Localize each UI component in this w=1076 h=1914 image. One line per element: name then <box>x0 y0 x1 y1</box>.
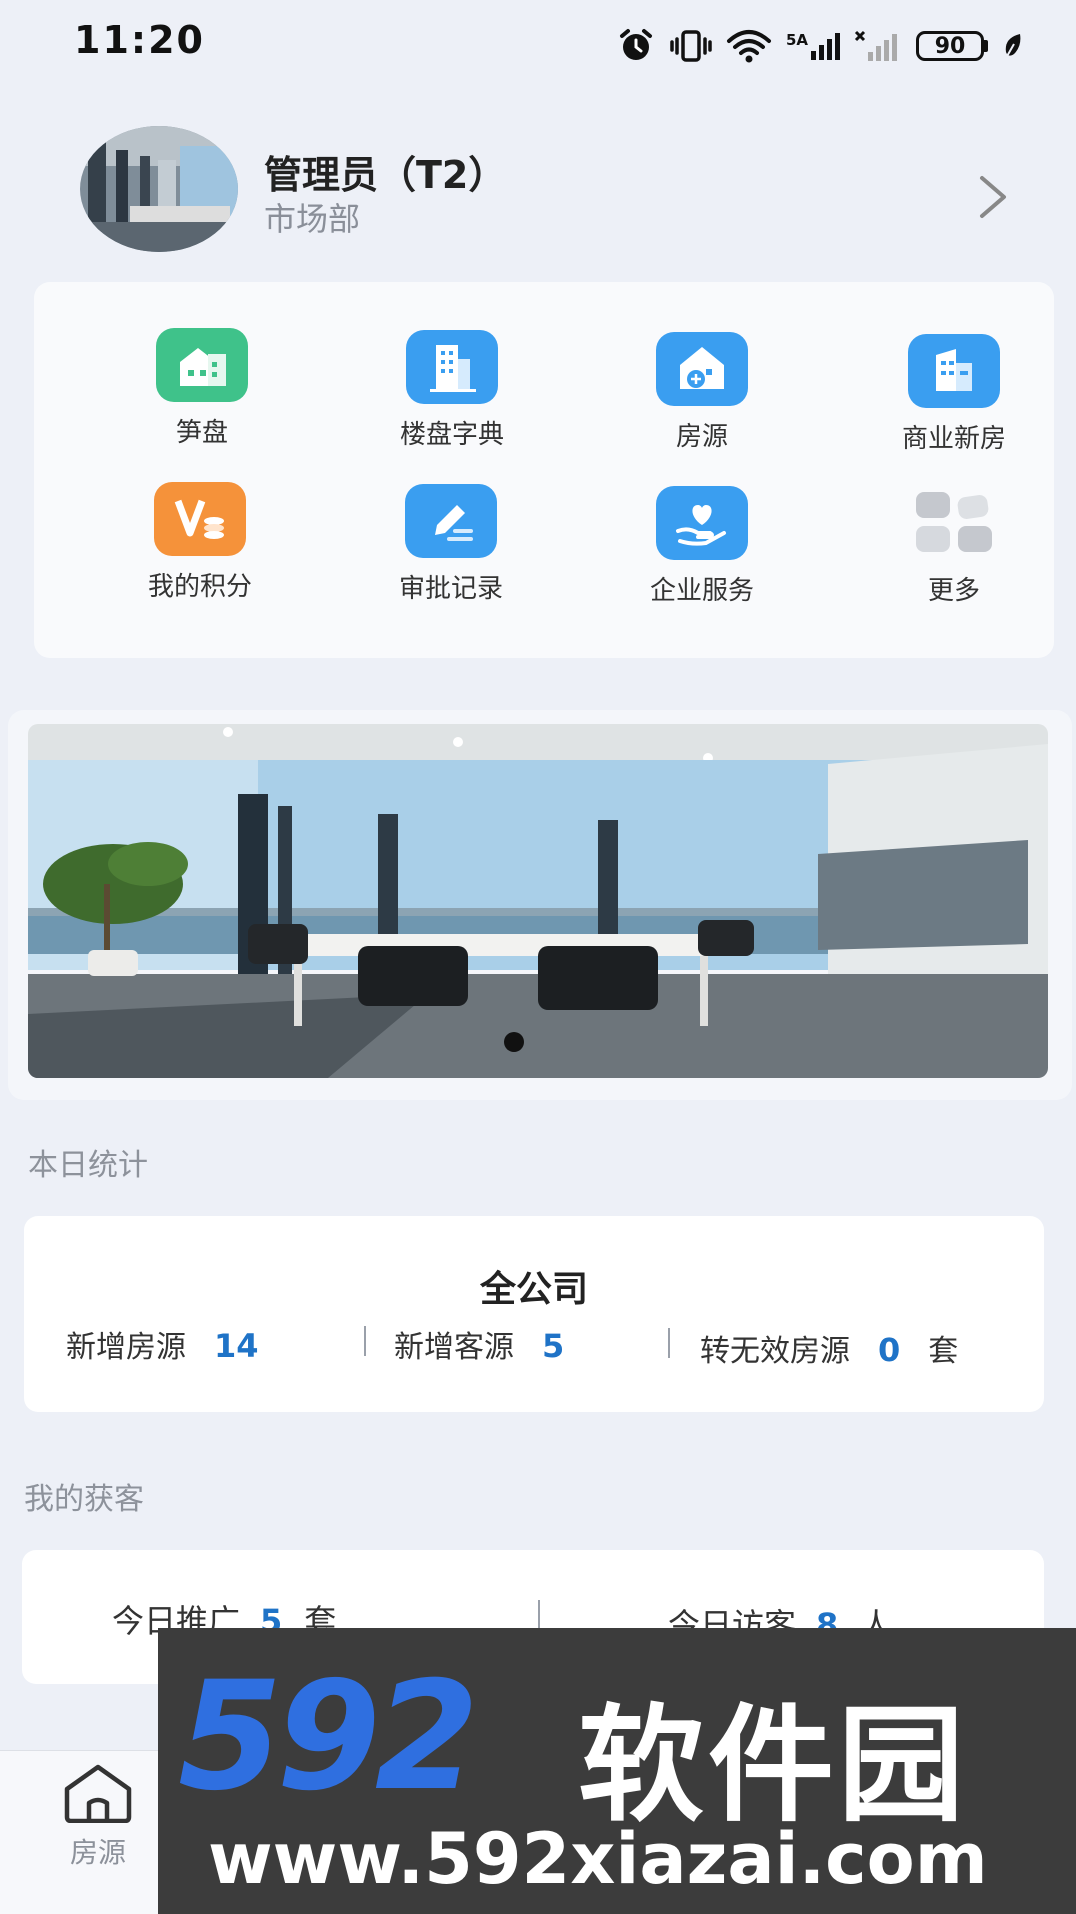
daily-stats-card: 全公司 新增房源 14 新增客源 5 转无效房源 0 套 <box>24 1216 1044 1412</box>
grid-item-commercial-new[interactable]: 商业新房 <box>839 334 1069 455</box>
grid-label: 企业服务 <box>649 576 754 606</box>
stat-unit: 套 <box>928 1334 959 1369</box>
stat-value: 5 <box>542 1327 565 1365</box>
status-icons: 5A 90 <box>616 28 1024 64</box>
nav-label: 房源 <box>69 1836 126 1869</box>
grid-item-sunpan[interactable]: 笋盘 <box>87 328 317 449</box>
building-icon <box>406 330 498 404</box>
office-icon <box>908 334 1000 408</box>
grid-label: 笋盘 <box>175 418 228 448</box>
divider <box>538 1600 540 1630</box>
carousel-dot[interactable] <box>504 1032 524 1052</box>
service-icon <box>656 486 748 560</box>
battery-icon: 90 <box>916 31 988 61</box>
status-time: 11:20 <box>74 18 205 62</box>
stat-label: 新增客源 <box>394 1330 514 1365</box>
battery-level: 90 <box>916 31 984 61</box>
home-icon <box>61 1763 135 1827</box>
chevron-right-icon[interactable] <box>976 174 1010 224</box>
grid-label: 商业新房 <box>901 424 1006 454</box>
grid-label: 房源 <box>675 422 728 452</box>
section-title-daily: 本日统计 <box>28 1148 148 1183</box>
stat-label: 新增房源 <box>66 1330 186 1365</box>
leaf-icon <box>1002 32 1024 60</box>
stats-scope: 全公司 <box>479 1269 588 1310</box>
stat-new-clients[interactable]: 新增客源 5 <box>394 1322 564 1366</box>
watermark-brand-number: 592 <box>178 1650 479 1824</box>
grid-label: 审批记录 <box>398 574 503 604</box>
watermark-overlay: 592 软件园 www.592xiazai.com <box>158 1628 1076 1914</box>
network-label: 5A <box>785 31 808 49</box>
alarm-icon <box>616 28 656 64</box>
banner-image[interactable] <box>28 724 1048 1078</box>
stat-label: 转无效房源 <box>700 1334 850 1369</box>
profile-header[interactable]: 管理员（T2） 市场部 <box>0 120 1076 260</box>
signal-none-icon <box>854 30 902 62</box>
signal-5a-icon: 5A <box>786 31 840 61</box>
more-icon <box>908 486 1000 560</box>
avatar[interactable] <box>80 126 238 252</box>
grid-item-building-dictionary[interactable]: 楼盘字典 <box>337 330 567 451</box>
divider <box>364 1326 366 1356</box>
vibrate-icon <box>670 29 712 63</box>
profile-department: 市场部 <box>264 200 361 238</box>
grid-item-approvals[interactable]: 审批记录 <box>336 484 566 605</box>
grid-label: 楼盘字典 <box>399 420 504 450</box>
divider <box>668 1328 670 1358</box>
stat-value: 0 <box>878 1331 901 1369</box>
watermark-url: www.592xiazai.com <box>208 1818 988 1900</box>
grid-item-points[interactable]: 我的积分 <box>85 482 315 603</box>
stat-value: 14 <box>214 1327 259 1365</box>
grid-item-enterprise-service[interactable]: 企业服务 <box>587 486 817 607</box>
stat-new-listings[interactable]: 新增房源 14 <box>66 1322 259 1366</box>
grid-item-listings[interactable]: 房源 <box>587 332 817 453</box>
house-add-icon <box>656 332 748 406</box>
house-icon <box>156 328 248 402</box>
wifi-icon <box>726 29 772 63</box>
nav-item-listings[interactable]: 房源 <box>56 1763 140 1871</box>
stat-invalid-listings[interactable]: 转无效房源 0 套 <box>700 1326 958 1370</box>
profile-name: 管理员（T2） <box>264 153 507 197</box>
approval-icon <box>405 484 497 558</box>
grid-label: 我的积分 <box>147 572 252 602</box>
grid-label: 更多 <box>927 576 980 606</box>
feature-grid: 笋盘 楼盘字典 房源 商业新房 我的积分 审批记录 企业服务 更多 <box>34 282 1054 658</box>
grid-item-more[interactable]: 更多 <box>839 486 1069 607</box>
status-bar: 11:20 5A 90 <box>0 0 1076 80</box>
points-icon <box>154 482 246 556</box>
section-title-leads: 我的获客 <box>24 1482 144 1517</box>
